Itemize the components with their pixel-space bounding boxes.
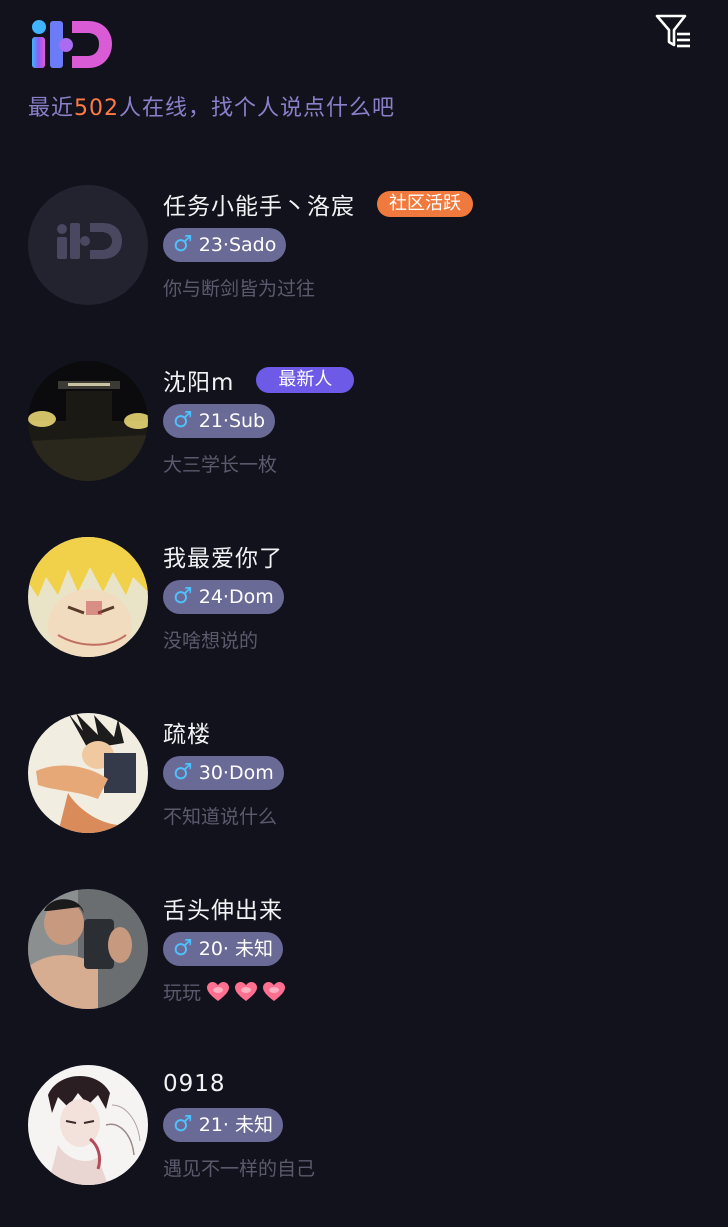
user-card[interactable]: 我最爱你了 ♂ 24·Dom 没啥想说的 (0, 512, 728, 688)
gender-age-tag: ♂ 21· 未知 (163, 1108, 283, 1142)
anime-yellow-hair-avatar (28, 537, 148, 657)
avatar[interactable] (28, 713, 148, 833)
user-list: 任务小能手丶洛宸 社区活跃 ♂ 23·Sado 你与断剑皆为过往 沈阳m 最新人… (0, 160, 728, 1216)
male-icon: ♂ (173, 408, 193, 433)
header: 最近502人在线，找个人说点什么吧 (0, 0, 728, 140)
online-subtitle: 最近502人在线，找个人说点什么吧 (28, 90, 395, 122)
bio-text: 你与断剑皆为过往 (163, 278, 316, 300)
mirror-selfie-avatar (28, 889, 148, 1009)
bio-text: 遇见不一样的自己 (163, 1158, 316, 1180)
user-bio: 你与断剑皆为过往 (163, 274, 315, 301)
avatar[interactable] (28, 185, 148, 305)
name-row: 沈阳m 最新人 (163, 364, 355, 396)
online-count: 502 (74, 96, 120, 121)
user-name: 舌头伸出来 (163, 898, 283, 924)
status-badge: 社区活跃 (377, 191, 473, 217)
age-role: 23·Sado (198, 234, 277, 256)
user-bio: 不知道说什么 (163, 802, 277, 829)
user-card[interactable]: 舌头伸出来 ♂ 20· 未知 玩玩 (0, 864, 728, 1040)
avatar[interactable] (28, 537, 148, 657)
name-row: 0918 (163, 1068, 226, 1100)
heart-emoji-icon (263, 981, 286, 1001)
subtitle-suffix: 人在线，找个人说点什么吧 (119, 96, 396, 121)
gender-age-tag: ♂ 30·Dom (163, 756, 284, 790)
bio-text: 大三学长一枚 (163, 454, 278, 476)
avatar[interactable] (28, 1065, 148, 1185)
avatar[interactable] (28, 361, 148, 481)
status-badge: 最新人 (256, 367, 355, 393)
sketch-drawing-avatar (28, 1065, 148, 1185)
age-role: 21·Sub (198, 410, 266, 432)
name-row: 舌头伸出来 (163, 892, 283, 924)
age-role: 21· 未知 (198, 1114, 273, 1136)
user-name: 我最爱你了 (163, 546, 283, 572)
user-bio: 玩玩 (163, 978, 286, 1005)
male-icon: ♂ (173, 1112, 193, 1137)
age-role: 20· 未知 (198, 938, 273, 960)
name-row: 疏楼 (163, 716, 211, 748)
age-role: 30·Dom (198, 762, 274, 784)
hd-logo-avatar (28, 185, 148, 305)
user-card[interactable]: 沈阳m 最新人 ♂ 21·Sub 大三学长一枚 (0, 336, 728, 512)
heart-emoji-icon (235, 981, 258, 1001)
user-name: 0918 (163, 1071, 226, 1097)
user-card[interactable]: 疏楼 ♂ 30·Dom 不知道说什么 (0, 688, 728, 864)
gender-age-tag: ♂ 20· 未知 (163, 932, 283, 966)
filter-button[interactable] (654, 12, 694, 52)
bio-text: 不知道说什么 (163, 806, 278, 828)
bio-text: 没啥想说的 (163, 630, 259, 652)
user-name: 沈阳m (163, 370, 235, 396)
avatar[interactable] (28, 889, 148, 1009)
subtitle-prefix: 最近 (28, 96, 75, 121)
gender-age-tag: ♂ 24·Dom (163, 580, 284, 614)
male-icon: ♂ (173, 760, 193, 785)
name-row: 任务小能手丶洛宸 社区活跃 (163, 188, 473, 220)
night-photo-avatar (28, 361, 148, 481)
gender-age-tag: ♂ 21·Sub (163, 404, 276, 438)
user-card[interactable]: 0918 ♂ 21· 未知 遇见不一样的自己 (0, 1040, 728, 1216)
user-bio: 遇见不一样的自己 (163, 1154, 315, 1181)
male-icon: ♂ (173, 232, 193, 257)
user-name: 疏楼 (163, 722, 211, 748)
male-icon: ♂ (173, 936, 193, 961)
age-role: 24·Dom (198, 586, 274, 608)
filter-icon (655, 14, 690, 48)
name-row: 我最爱你了 (163, 540, 283, 572)
app-logo (32, 20, 112, 68)
user-name: 任务小能手丶洛宸 (163, 194, 355, 220)
gender-age-tag: ♂ 23·Sado (163, 228, 287, 262)
user-bio: 大三学长一枚 (163, 450, 277, 477)
male-icon: ♂ (173, 584, 193, 609)
bio-text: 玩玩 (163, 982, 202, 1004)
user-bio: 没啥想说的 (163, 626, 258, 653)
anime-fighter-avatar (28, 713, 148, 833)
user-card[interactable]: 任务小能手丶洛宸 社区活跃 ♂ 23·Sado 你与断剑皆为过往 (0, 160, 728, 336)
heart-emoji-icon (207, 981, 230, 1001)
